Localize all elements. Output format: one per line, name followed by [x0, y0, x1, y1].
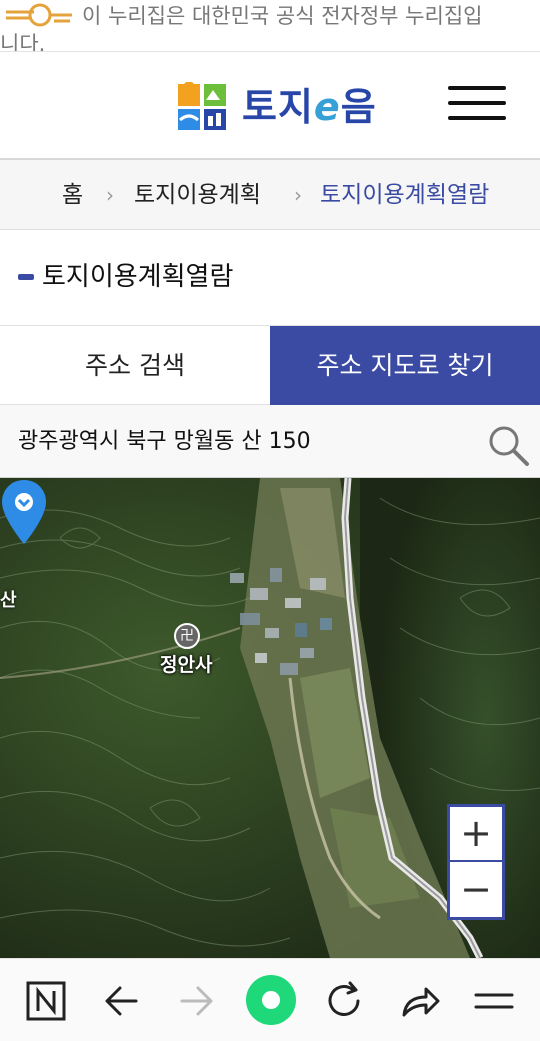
gov-banner[interactable]: 이 누리집은 대한민국 공식 전자정부 누리집입 니다.: [0, 0, 540, 52]
location-pin-icon[interactable]: [0, 478, 48, 546]
logo-text-e: e: [313, 85, 341, 129]
browser-toolbar: [0, 958, 540, 1041]
search-icon[interactable]: [486, 423, 530, 467]
back-arrow-icon[interactable]: [98, 977, 146, 1025]
satellite-map[interactable]: 산 卍 정안사 + −: [0, 478, 540, 958]
map-edge-label: 산: [0, 590, 17, 611]
share-icon[interactable]: [396, 977, 444, 1025]
gov-banner-text: 이 누리집은 대한민국 공식 전자정부 누리집입: [82, 4, 483, 28]
tab-find-on-map[interactable]: 주소 지도로 찾기: [270, 326, 540, 405]
breadcrumb: 홈 › 토지이용계획 › 토지이용계획열람: [0, 160, 540, 230]
breadcrumb-land-use-plan[interactable]: 토지이용계획: [134, 180, 261, 210]
home-dot-icon[interactable]: [244, 973, 298, 1027]
logo-text-b: 음: [340, 85, 377, 129]
logo-text: 토지e음: [242, 82, 377, 132]
site-header: 토지e음: [0, 52, 540, 160]
eg-government-logo-icon: [6, 3, 72, 27]
breadcrumb-current[interactable]: 토지이용계획열람: [320, 180, 489, 210]
map-zoom-control: + −: [447, 804, 505, 920]
logo-text-a: 토지: [242, 85, 314, 129]
chevron-right-icon: ›: [294, 183, 302, 207]
reload-icon[interactable]: [320, 977, 368, 1025]
gov-banner-text-cont: 니다.: [0, 32, 46, 52]
hamburger-menu-icon[interactable]: [448, 84, 508, 122]
zoom-out-button[interactable]: −: [450, 863, 502, 918]
tab-address-search[interactable]: 주소 검색: [0, 326, 270, 405]
temple-icon: 卍: [174, 623, 200, 649]
forward-arrow-icon[interactable]: [172, 977, 220, 1025]
logo-mark-icon: [178, 82, 226, 130]
page-heading: 토지이용계획열람: [0, 230, 540, 326]
menu-icon[interactable]: [470, 977, 518, 1025]
naver-n-icon[interactable]: [22, 977, 70, 1025]
page-title: 토지이용계획열람: [42, 262, 234, 292]
selected-address-bar: 광주광역시 북구 망월동 산 150: [0, 405, 540, 478]
selected-address: 광주광역시 북구 망월동 산 150: [18, 429, 311, 454]
temple-label: 정안사: [160, 654, 213, 676]
breadcrumb-home[interactable]: 홈: [62, 180, 83, 210]
search-tabs: 주소 검색 주소 지도로 찾기: [0, 326, 540, 405]
heading-bar-icon: [18, 274, 34, 280]
zoom-in-button[interactable]: +: [450, 807, 502, 862]
site-logo[interactable]: 토지e음: [176, 82, 412, 132]
chevron-right-icon: ›: [106, 183, 114, 207]
